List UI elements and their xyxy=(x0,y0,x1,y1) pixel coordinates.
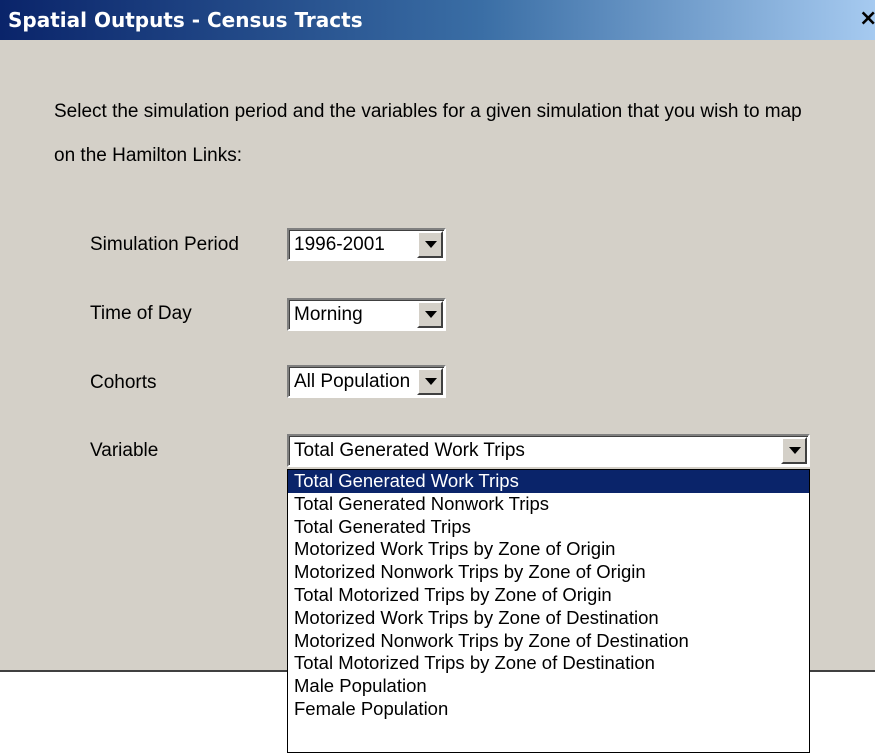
dropdown-option[interactable]: Total Generated Nonwork Trips xyxy=(288,493,809,516)
simulation-period-select[interactable]: 1996-2001 xyxy=(287,228,446,261)
cohorts-select[interactable]: All Population xyxy=(287,365,446,398)
instructions-text: Select the simulation period and the var… xyxy=(54,101,802,166)
dropdown-option[interactable]: Motorized Nonwork Trips by Zone of Desti… xyxy=(288,630,809,653)
variable-select[interactable]: Total Generated Work Trips xyxy=(287,434,810,467)
dropdown-option[interactable]: Total Motorized Trips by Zone of Destina… xyxy=(288,652,809,675)
dropdown-option[interactable]: Motorized Nonwork Trips by Zone of Origi… xyxy=(288,561,809,584)
title-bar[interactable]: Spatial Outputs - Census Tracts × xyxy=(0,0,875,40)
window-title: Spatial Outputs - Census Tracts xyxy=(8,8,363,32)
variable-dropdown-list[interactable]: Total Generated Work Trips Total Generat… xyxy=(287,469,810,753)
cohorts-dropdown-button[interactable] xyxy=(417,368,443,395)
cohorts-label: Cohorts xyxy=(90,372,157,393)
dropdown-option[interactable]: Male Population xyxy=(288,675,809,698)
simulation-period-value: 1996-2001 xyxy=(294,234,385,255)
cohorts-value: All Population xyxy=(294,371,411,392)
time-of-day-select[interactable]: Morning xyxy=(287,298,446,331)
simulation-period-dropdown-button[interactable] xyxy=(417,231,443,258)
dropdown-option[interactable]: Female Population xyxy=(288,698,809,721)
time-of-day-dropdown-button[interactable] xyxy=(417,301,443,328)
variable-dropdown-button[interactable] xyxy=(781,437,807,464)
chevron-down-icon xyxy=(425,311,437,318)
dropdown-option[interactable]: Total Generated Work Trips xyxy=(288,470,809,493)
variable-value: Total Generated Work Trips xyxy=(294,440,525,461)
chevron-down-icon xyxy=(425,378,437,385)
dropdown-option[interactable]: Total Motorized Trips by Zone of Origin xyxy=(288,584,809,607)
time-of-day-label: Time of Day xyxy=(90,303,192,324)
chevron-down-icon xyxy=(789,447,801,454)
chevron-down-icon xyxy=(425,241,437,248)
simulation-period-label: Simulation Period xyxy=(90,234,239,255)
time-of-day-value: Morning xyxy=(294,304,363,325)
dropdown-option[interactable]: Motorized Work Trips by Zone of Destinat… xyxy=(288,607,809,630)
close-icon[interactable]: × xyxy=(859,7,875,31)
dropdown-option[interactable]: Motorized Work Trips by Zone of Origin xyxy=(288,538,809,561)
dropdown-option[interactable]: Total Generated Trips xyxy=(288,516,809,539)
variable-label: Variable xyxy=(90,440,159,461)
